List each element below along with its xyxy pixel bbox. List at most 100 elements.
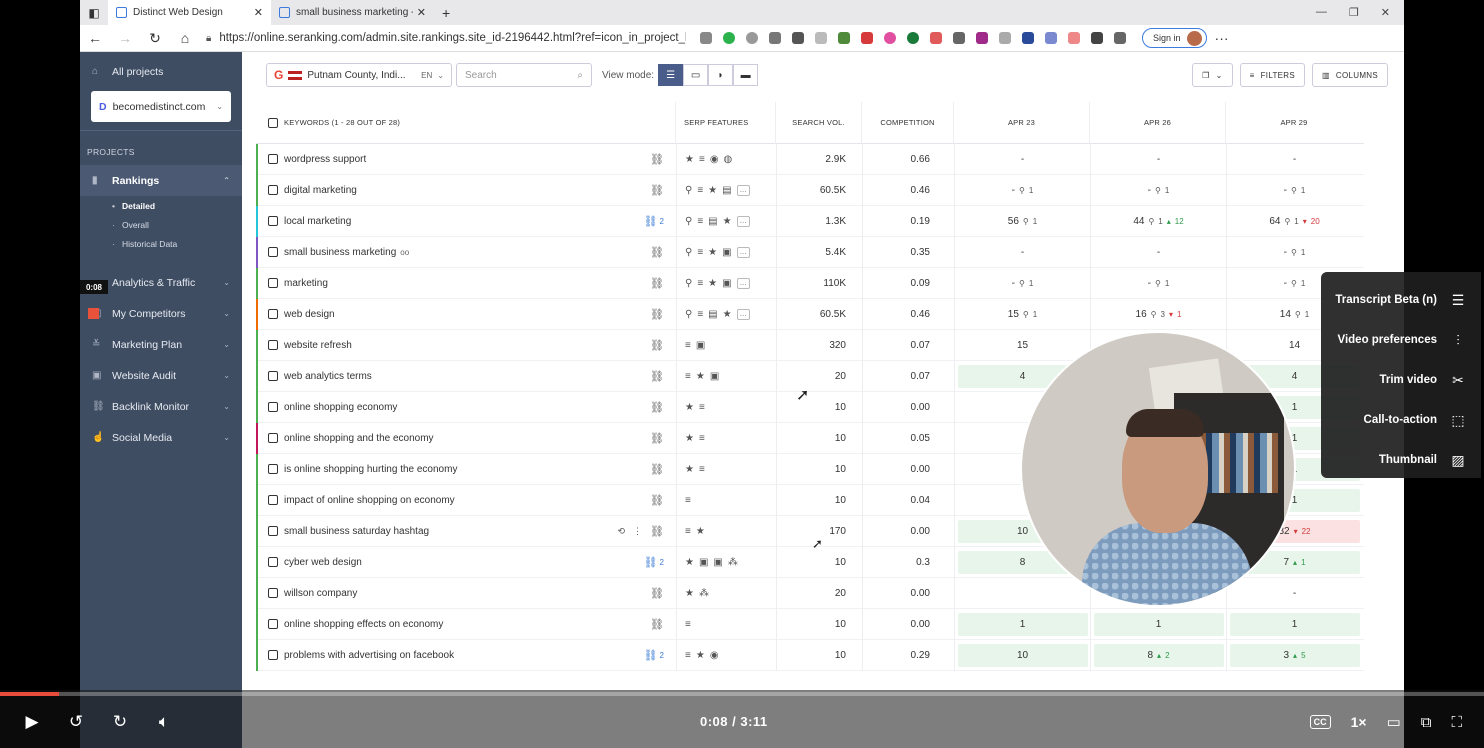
header-vol[interactable]: SEARCH VOL. [776,101,862,144]
collections-icon[interactable] [1114,32,1126,44]
tab-actions-icon[interactable]: ◧ [80,6,108,20]
position-cell[interactable]: - [1230,148,1360,171]
link-icon[interactable]: ⛓ [650,401,664,414]
filters-button[interactable]: ≡ FILTERS [1239,63,1306,87]
more-icon[interactable]: … [736,184,750,196]
header-apr26[interactable]: APR 26 [1090,101,1226,144]
position-cell[interactable]: - [958,241,1088,264]
kebab-menu-icon[interactable]: ⋮ [633,526,642,537]
search-input[interactable]: Search ⌕ [456,63,592,87]
extension-icon[interactable] [723,32,735,44]
row-checkbox[interactable] [268,650,278,660]
link-icon[interactable]: ⛓ [650,184,664,197]
position-cell[interactable] [958,582,1088,605]
link-icon[interactable]: ⛓ [650,277,664,290]
url-field[interactable]: 🔒︎ https://online.seranking.com/admin.si… [206,32,686,44]
keyword-text[interactable]: small business marketing [284,247,396,258]
group-view-icon[interactable]: ▬ [733,64,759,86]
row-checkbox[interactable] [268,588,278,598]
more-icon[interactable]: … [736,215,750,227]
presenter-webcam[interactable] [1020,331,1296,607]
more-icon[interactable]: ··· [1207,30,1237,46]
extension-icon[interactable] [769,32,781,44]
position-cell[interactable]: 8 ▴ 2 [1093,643,1224,667]
theater-mode-icon[interactable]: ▭ [1387,713,1401,731]
keyword-text[interactable]: online shopping and the economy [284,433,434,444]
extension-icon[interactable] [838,32,850,44]
extension-icon[interactable] [930,32,942,44]
extension-icon[interactable] [907,32,919,44]
forward-icon[interactable]: → [110,30,140,46]
position-cell[interactable]: - ⚲ 1 [958,272,1088,295]
table-row[interactable]: problems with advertising on facebook ⛓ 2 ≡… [256,639,1364,671]
sidebar-item-rankings[interactable]: ▮ Rankings ⌃ [80,165,242,196]
keyword-text[interactable]: small business saturday hashtag [284,526,429,537]
extension-icon[interactable] [884,32,896,44]
sidebar-item-backlink-monitor[interactable]: ⛓ Backlink Monitor ⌄ [80,391,242,422]
position-cell[interactable]: 15 ⚲ 1 [958,303,1088,326]
position-cell[interactable]: 15 [958,334,1088,357]
row-checkbox[interactable] [268,495,278,505]
keyword-text[interactable]: web analytics terms [284,371,372,382]
extension-icon[interactable] [976,32,988,44]
row-checkbox[interactable] [268,309,278,319]
position-cell[interactable]: 1 [1229,612,1360,636]
keyword-text[interactable]: website refresh [284,340,352,351]
row-checkbox[interactable] [268,371,278,381]
link-icon[interactable]: ⛓ [650,463,664,476]
position-cell[interactable]: - [1094,241,1224,264]
keyword-text[interactable]: marketing [284,278,328,289]
extension-icon[interactable] [1022,32,1034,44]
table-row[interactable]: online shopping effects on economy ⛓ ≡ 10 0.… [256,608,1364,640]
picture-in-picture-icon[interactable]: ⧉ [1421,714,1432,731]
extension-icon[interactable] [861,32,873,44]
position-cell[interactable]: - ⚲ 1 [1094,272,1224,295]
position-cell[interactable]: 1 [1093,612,1224,636]
table-row[interactable]: marketing ⛓ ⚲ ≡ ★ ▣… 110K 0.09- ⚲ 1- ⚲ 1- ⚲ 1 [256,267,1364,299]
row-checkbox[interactable] [268,464,278,474]
row-checkbox[interactable] [268,526,278,536]
more-icon[interactable]: … [736,277,750,289]
header-apr29[interactable]: APR 29 [1226,102,1362,144]
more-icon[interactable]: … [736,246,750,258]
link-icon[interactable]: ⛓ [650,370,664,383]
select-all-checkbox[interactable] [268,117,278,128]
link-icon[interactable]: ⛓ 2 [644,215,664,228]
position-cell[interactable]: 10 [957,643,1088,667]
extension-icon[interactable] [1045,32,1057,44]
sidebar-subitem-overall[interactable]: · Overall [80,215,242,234]
export-button[interactable]: ❐ ⌄ [1192,63,1233,87]
extension-icon[interactable] [953,32,965,44]
link-icon[interactable]: ⛓ [650,153,664,166]
position-cell[interactable]: 44 ⚲ 1 ▴ 12 [1094,210,1224,233]
table-row[interactable]: wordpress support ⛓ ★ ≡ ◉ ◍ 2.9K 0.66 - - - [256,144,1364,175]
link-icon[interactable]: ⛓ [650,525,664,538]
back-icon[interactable]: ← [80,30,110,46]
home-icon[interactable]: ⌂ [170,30,200,46]
keyword-text[interactable]: problems with advertising on facebook [284,650,454,661]
link-icon[interactable]: ⛓ [650,494,664,507]
video-progress-bar[interactable] [0,692,1484,696]
extension-icon[interactable] [1068,32,1080,44]
reload-icon[interactable]: ↻ [140,30,170,47]
table-row[interactable]: web design ⛓ ⚲ ≡ ▤ ★… 60.5K 0.46 15 ⚲ 1 16 ⚲ 3 ▾ 1 14 ⚲ 1 [256,298,1364,330]
link-icon[interactable]: ⛓ 2 [644,649,664,662]
position-cell[interactable]: 3 ▴ 5 [1229,643,1360,667]
list-view-icon[interactable]: ☰ [658,64,684,86]
keyword-text[interactable]: online shopping economy [284,402,397,413]
close-icon[interactable]: ✕ [417,6,426,19]
link-icon[interactable]: ⛓ [650,432,664,445]
row-checkbox[interactable] [268,433,278,443]
menu-transcript[interactable]: Transcript Beta (n) ☰ [1321,280,1481,320]
close-window-icon[interactable]: ✕ [1381,6,1390,19]
favorites-bar-icon[interactable] [1091,32,1103,44]
close-icon[interactable]: ✕ [254,6,263,19]
folder-view-icon[interactable]: ▭ [683,64,709,86]
link-icon[interactable]: ⛓ [650,618,664,631]
link-icon[interactable]: ⛓ 2 [644,556,664,569]
position-cell[interactable]: - ⚲ 1 [1230,179,1360,202]
fullscreen-icon[interactable]: ⛶ [1451,714,1462,731]
forward-5-icon[interactable]: ↻ [108,712,132,732]
row-checkbox[interactable] [268,247,278,257]
sidebar-item-website-audit[interactable]: ▣ Website Audit ⌄ [80,360,242,391]
